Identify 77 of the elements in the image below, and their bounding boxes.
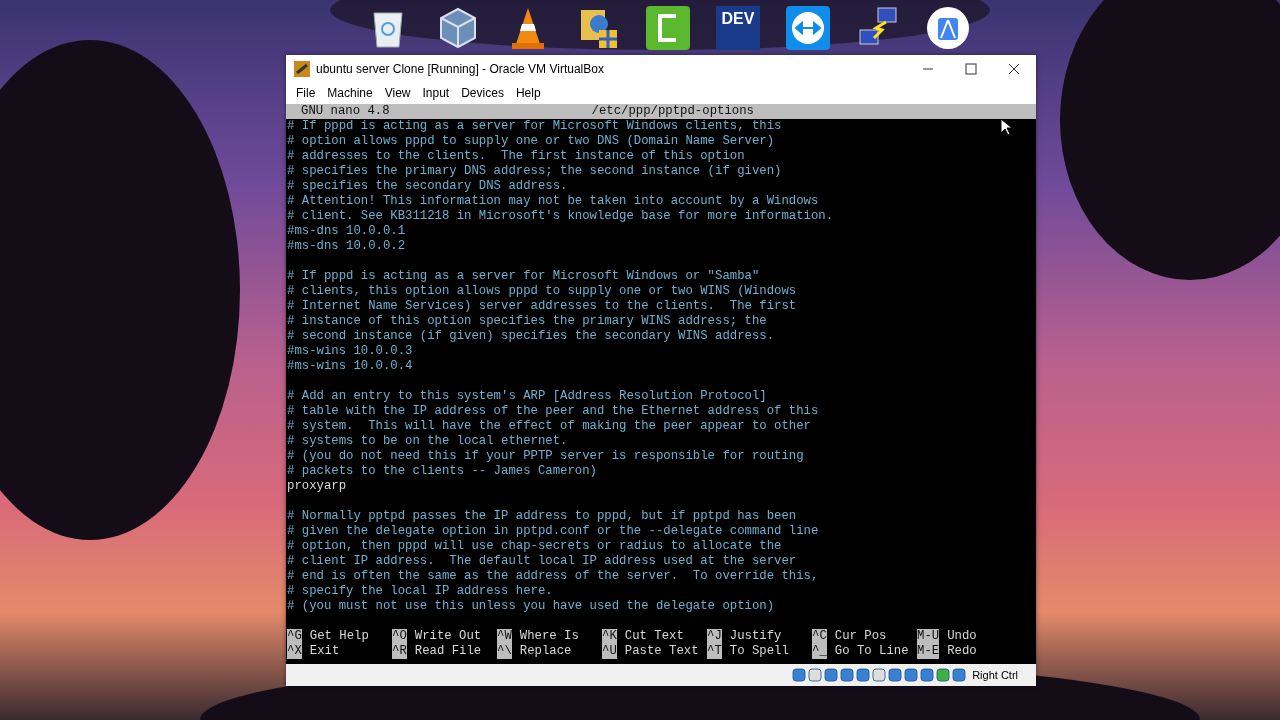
c-logo-icon[interactable] — [646, 6, 690, 50]
code-line: proxyarp — [286, 479, 347, 494]
shortcut-key: ^O — [392, 629, 407, 644]
code-line: # client. See KB311218 in Microsoft's knowledge base for more information. — [286, 209, 834, 224]
file-path: /etc/ppp/pptpd-options — [591, 104, 754, 119]
shortcut-label: Paste Text — [624, 644, 699, 659]
mouse-pointer-icon — [1000, 118, 1012, 136]
shortcut-label: Read File — [414, 644, 482, 659]
code-line: # systems to be on the local ethernet. — [286, 434, 568, 449]
code-line: #ms-dns 10.0.0.2 — [286, 239, 406, 254]
code-line: #ms-wins 10.0.0.4 — [286, 359, 413, 374]
code-line: # second instance (if given) specifies the secondary WINS address. — [286, 329, 775, 344]
code-line: # Attention! This information may not be taken into account by a Windows — [286, 194, 819, 209]
shortcut-label: Undo — [947, 629, 977, 644]
shortcut-key: ^T — [707, 644, 722, 659]
code-line: # given the delegate option in pptpd.conf or the --delegate command line — [286, 524, 819, 539]
shortcut-label: Go To Line — [834, 644, 909, 659]
dev-cpp-icon[interactable]: DEV — [716, 6, 760, 50]
shortcut-label: Where Is — [519, 629, 579, 644]
code-line: # addresses to the clients. The first instance of this option — [286, 149, 745, 164]
window-title: ubuntu server Clone [Running] - Oracle VM VirtualBox — [316, 61, 604, 76]
code-line: # specifies the secondary DNS address. — [286, 179, 568, 194]
menu-item[interactable]: Input — [416, 86, 456, 100]
shortcut-key: ^\ — [497, 644, 512, 659]
shortcut-key: M-U — [917, 629, 940, 644]
shortcut-label: Replace — [519, 644, 572, 659]
code-line: # table with the IP address of the peer and the Ethernet address of this — [286, 404, 819, 419]
shortcut-key: M-E — [917, 644, 940, 659]
menu-item[interactable]: Help — [509, 86, 547, 100]
shortcut-key: ^J — [707, 629, 722, 644]
code-line: # option, then pppd will use chap-secrets or radius to allocate the — [286, 539, 782, 554]
shortcut-label: Justify — [729, 629, 782, 644]
shortcut-label: Exit — [309, 644, 340, 659]
code-line: # If pppd is acting as a server for Microsoft Windows clients, this — [286, 119, 782, 134]
shortcut-label: Get Help — [309, 629, 369, 644]
code-line: # packets to the clients -- James Cameron) — [286, 464, 597, 479]
host-key-label: Right Ctrl — [972, 669, 1018, 681]
menu-item[interactable]: View — [378, 86, 417, 100]
shortcut-key: ^X — [287, 644, 302, 659]
code-line: # option allows pppd to supply one or two DNS (Domain Name Server) — [286, 134, 775, 149]
code-line: # end is often the same as the address of the server. To override this, — [286, 569, 819, 584]
code-line: # specify the local IP address here. — [286, 584, 553, 599]
code-line: # instance of this option specifies the primary WINS address; the — [286, 314, 767, 329]
code-line: # client IP address. The default local IP address used at the server — [286, 554, 797, 569]
shortcut-key: ^G — [287, 629, 302, 644]
shortcut-key: ^U — [602, 644, 617, 659]
shortcut-key: ^C — [812, 629, 827, 644]
code-line: # If pppd is acting as a server for Microsoft Windows or "Samba" — [286, 269, 760, 284]
code-line: #ms-wins 10.0.0.3 — [286, 344, 413, 359]
shortcut-label: To Spell — [729, 644, 789, 659]
shortcut-key: ^_ — [812, 644, 827, 659]
shortcut-label: Write Out — [414, 629, 482, 644]
shortcut-label: Cut Text — [624, 629, 684, 644]
shortcut-key: ^W — [497, 629, 512, 644]
android-studio-icon[interactable] — [926, 6, 970, 50]
editor-version: GNU nano 4.8 — [301, 104, 390, 119]
code-line: # Internet Name Services) server addresses to the clients. The first — [286, 299, 797, 314]
menu-item[interactable]: Machine — [321, 86, 379, 100]
code-line: # system. This will have the effect of making the peer appear to other — [286, 419, 811, 434]
shortcut-key: ^R — [392, 644, 407, 659]
code-line: # Add an entry to this system's ARP [Address Resolution Protocol] — [286, 389, 767, 404]
shortcut-key: ^K — [602, 629, 617, 644]
close-icon[interactable] — [1008, 62, 1020, 75]
code-line: # (you do not need this if your PPTP server is responsible for routing — [286, 449, 804, 464]
code-line: # specifies the primary DNS address; the second instance (if given) — [286, 164, 782, 179]
code-line: # clients, this option allows pppd to supply one or two WINS (Windows — [286, 284, 797, 299]
shortcut-label: Cur Pos — [834, 629, 887, 644]
code-line: # Normally pptpd passes the IP address to pppd, but if pptpd has been — [286, 509, 797, 524]
menu-item[interactable]: Devices — [455, 86, 510, 100]
code-line: #ms-dns 10.0.0.1 — [286, 224, 406, 239]
shortcut-label: Redo — [947, 644, 977, 659]
cube-icon[interactable] — [438, 7, 478, 49]
code-line: # (you must not use this unless you have used the delegate option) — [286, 599, 775, 614]
menu-item[interactable]: File — [290, 86, 322, 100]
maximize-icon[interactable] — [965, 62, 977, 75]
app-icon — [294, 60, 310, 77]
traffic-cone-icon[interactable] — [510, 6, 546, 50]
